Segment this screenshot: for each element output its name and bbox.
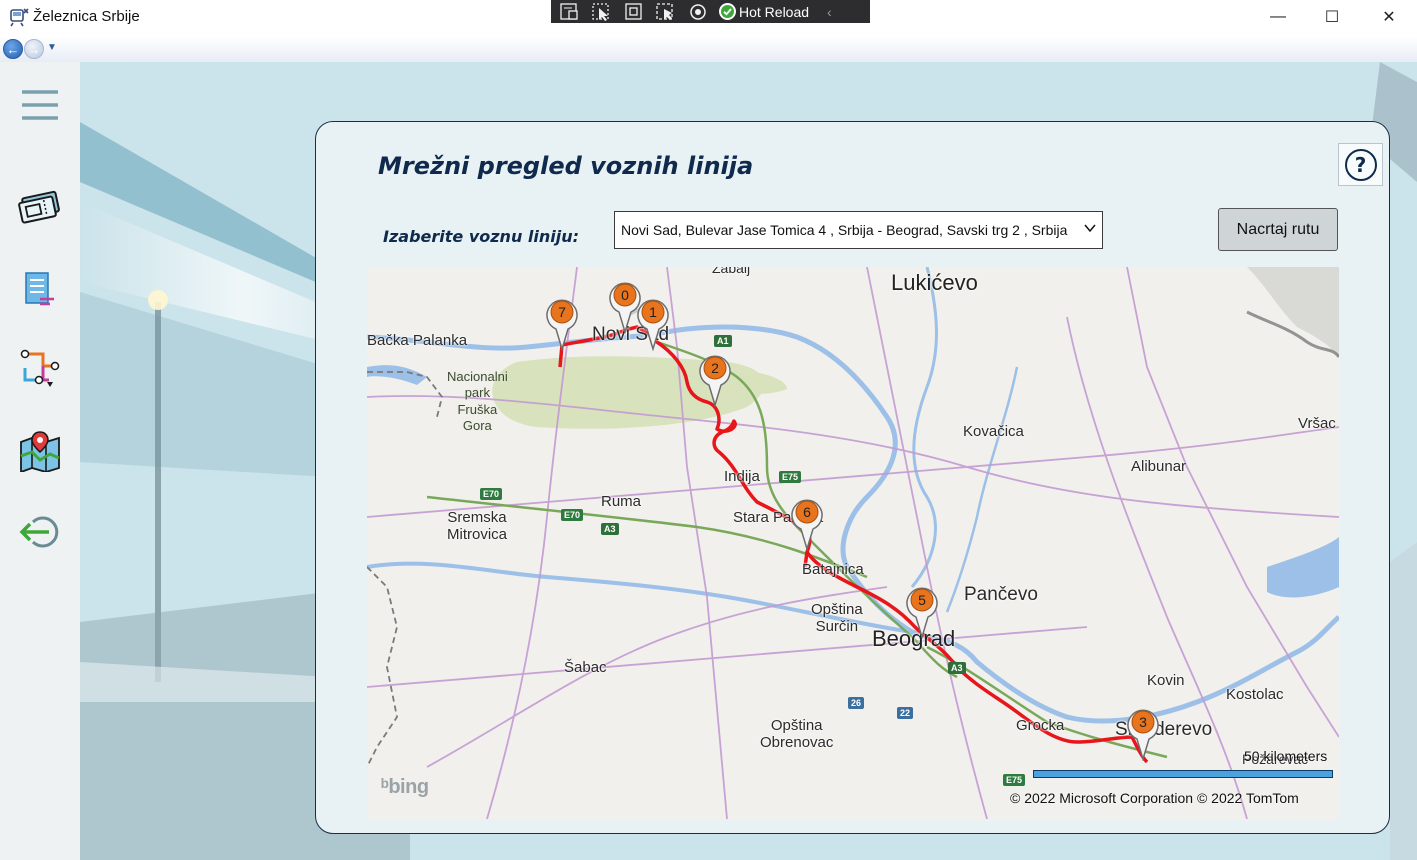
- pin-number: 5: [918, 592, 926, 608]
- place-label: Opština Surčin: [811, 601, 863, 635]
- pin-number: 7: [558, 304, 566, 320]
- place-label: Opština Obrenovac: [760, 717, 834, 751]
- hot-reload-label: Hot Reload: [739, 3, 810, 20]
- arrow-left-icon: ←: [6, 41, 20, 57]
- minimize-icon: —: [1270, 8, 1286, 25]
- chevron-down-icon: [1083, 221, 1097, 238]
- close-button[interactable]: ✕: [1362, 0, 1416, 34]
- bing-logo-text: bing: [388, 776, 429, 798]
- road-shield: E75: [779, 471, 802, 483]
- place-label: Bačka Palanka: [367, 332, 468, 349]
- place-label: Kovačica: [963, 423, 1024, 440]
- map-pin[interactable]: 7: [545, 295, 579, 351]
- pin-number: 6: [803, 504, 811, 520]
- road-shield: A3: [601, 523, 619, 535]
- place-label: Sremska Mitrovica: [447, 509, 508, 543]
- sidebar-item-routes[interactable]: [14, 342, 66, 392]
- page-title: Mrežni pregled voznih linija: [378, 152, 754, 180]
- pin-number: 3: [1139, 714, 1147, 730]
- window-title: Železnica Srbije: [33, 8, 140, 25]
- map-pin[interactable]: 1: [636, 295, 670, 351]
- route-map[interactable]: Zabalj Lukićevo Bačka Palanka Novi Sad K…: [367, 267, 1339, 819]
- route-network-icon: [20, 349, 60, 387]
- pin-number: 2: [711, 360, 719, 376]
- maximize-icon: ☐: [1324, 9, 1340, 26]
- place-label: Indija: [724, 468, 760, 485]
- arrow-right-icon: →: [27, 41, 41, 57]
- history-dropdown-icon[interactable]: ▼: [47, 42, 57, 53]
- timetable-list-icon: [25, 272, 54, 306]
- line-select[interactable]: Novi Sad, Bulevar Jase Tomica 4 , Srbija…: [614, 211, 1103, 249]
- selected-line-value: Novi Sad, Bulevar Jase Tomica 4 , Srbija…: [621, 222, 1068, 238]
- sidebar: [0, 62, 80, 860]
- logout-icon: [19, 516, 59, 548]
- main-panel: Mrežni pregled voznih linija ? Izaberite…: [315, 121, 1390, 834]
- map-location-icon: [20, 431, 60, 472]
- place-label: Kovin: [1147, 672, 1185, 689]
- help-icon: ?: [1344, 148, 1377, 181]
- sidebar-item-timetable[interactable]: [14, 264, 66, 314]
- help-button[interactable]: ?: [1338, 143, 1383, 186]
- hamburger-menu-icon: [22, 90, 58, 120]
- draw-route-button[interactable]: Nacrtaj rutu: [1218, 208, 1338, 251]
- park-label: Nacionalni park Fruška Gora: [447, 369, 508, 433]
- place-label: Ruma: [601, 493, 642, 510]
- forward-button[interactable]: →: [24, 39, 44, 59]
- map-pin[interactable]: 2: [698, 351, 732, 407]
- sidebar-item-tickets[interactable]: [14, 182, 66, 232]
- map-copyright: © 2022 Microsoft Corporation © 2022 TomT…: [1010, 790, 1299, 806]
- display-layout-adorners-icon[interactable]: [623, 2, 645, 21]
- back-button[interactable]: ←: [3, 39, 23, 59]
- road-shield: E70: [480, 488, 503, 500]
- minimize-button[interactable]: —: [1251, 0, 1305, 34]
- chevron-left-icon[interactable]: ‹: [827, 4, 832, 20]
- road-shield: A1: [714, 335, 732, 347]
- place-label: Grocka: [1016, 717, 1065, 734]
- sidebar-item-map[interactable]: [14, 426, 66, 476]
- scale-bar: [1033, 770, 1333, 778]
- place-label: Vršac: [1298, 415, 1336, 432]
- place-label: Batajnica: [802, 561, 864, 578]
- map-pin[interactable]: 3: [1126, 705, 1160, 761]
- select-line-label: Izaberite voznu liniju:: [383, 227, 580, 246]
- road-shield: 26: [848, 697, 865, 709]
- sidebar-item-logout[interactable]: [14, 507, 66, 557]
- place-label: Kostolac: [1226, 686, 1284, 703]
- map-pin[interactable]: 6: [790, 495, 824, 551]
- app-train-icon: [8, 6, 30, 28]
- track-focus-icon[interactable]: [655, 2, 677, 21]
- place-label: Zabalj: [712, 267, 751, 276]
- select-element-icon[interactable]: [591, 2, 613, 21]
- binding-failures-icon[interactable]: [687, 2, 709, 21]
- hot-reload-button[interactable]: Hot Reload: [719, 3, 809, 20]
- place-label: Pančevo: [964, 584, 1038, 605]
- place-label: Alibunar: [1131, 458, 1187, 475]
- close-icon: ✕: [1382, 9, 1396, 26]
- scale-label: 50 kilometers: [1244, 748, 1328, 764]
- bing-logo: ᵇbing: [381, 776, 429, 799]
- place-label: Šabac: [564, 659, 607, 676]
- road-shield: E75: [1003, 774, 1026, 786]
- road-shield: E70: [561, 509, 584, 521]
- check-icon: [719, 3, 736, 20]
- debug-toolbar: Hot Reload ‹: [551, 0, 870, 23]
- ticket-icon: [18, 190, 60, 224]
- maximize-button[interactable]: ☐: [1305, 0, 1359, 34]
- live-visual-tree-icon[interactable]: [559, 2, 581, 21]
- navigation-strip: ← → ▼: [0, 36, 1417, 62]
- place-label: Lukićevo: [891, 270, 978, 295]
- road-shield: A3: [948, 662, 966, 674]
- map-pin[interactable]: 5: [905, 583, 939, 639]
- pin-number: 1: [649, 304, 657, 320]
- road-shield: 22: [897, 707, 914, 719]
- sidebar-item-menu[interactable]: [14, 80, 66, 130]
